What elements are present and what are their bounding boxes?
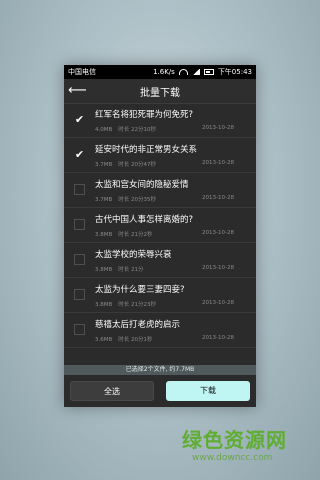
item-date: 2013-10-28 [202, 230, 234, 236]
item-meta: 3.7MB 时长 20分47秒 2013-10-28 [95, 160, 234, 168]
list-item[interactable]: 慈禧太后打老虎的启示 3.6MB 时长 20分1秒 2013-10-28 [64, 313, 256, 348]
item-size: 3.7MB [95, 162, 113, 168]
item-duration: 时长 20分47秒 [118, 162, 157, 168]
select-all-button[interactable]: 全选 [70, 381, 154, 401]
phone-screen: 中国电信 1.6K/s 下午05:43 ⟵ 批量下载 ✔ 红军名将犯死罪为何免死… [64, 65, 256, 407]
back-arrow-icon[interactable]: ⟵ [68, 83, 87, 99]
list-item[interactable]: ✔ 红军名将犯死罪为何免死? 4.0MB 时长 22分10秒 2013-10-28 [64, 103, 256, 138]
item-size: 3.8MB [95, 302, 113, 308]
checkbox-checked-icon[interactable]: ✔ [74, 149, 85, 160]
checkbox-icon[interactable] [74, 184, 85, 195]
battery-icon [203, 69, 214, 75]
page-title: 批量下载 [140, 87, 180, 99]
network-speed: 1.6K/s [153, 68, 175, 76]
checkbox-icon[interactable] [74, 324, 85, 335]
status-bar: 中国电信 1.6K/s 下午05:43 [64, 65, 256, 79]
item-date: 2013-10-28 [202, 335, 234, 341]
checkbox-icon[interactable] [74, 289, 85, 300]
item-duration: 时长 21分23秒 [118, 302, 157, 308]
item-duration: 时长 20分1秒 [118, 337, 153, 343]
item-title: 红军名将犯死罪为何免死? [95, 110, 194, 120]
item-meta: 4.0MB 时长 22分10秒 2013-10-28 [95, 125, 234, 133]
episode-list: ✔ 红军名将犯死罪为何免死? 4.0MB 时长 22分10秒 2013-10-28 … [64, 103, 256, 365]
item-size: 4.0MB [95, 127, 113, 133]
list-item[interactable]: 太监和宫女间的隐秘爱情 3.7MB 时长 20分35秒 2013-10-28 [64, 173, 256, 208]
item-title: 慈禧太后打老虎的启示 [95, 320, 181, 330]
checkbox-icon[interactable] [74, 254, 85, 265]
item-date: 2013-10-28 [202, 300, 234, 306]
list-item[interactable]: 太监学校的荣辱兴衰 3.8MB 时长 21分 2013-10-28 [64, 243, 256, 278]
list-item[interactable]: ✔ 延安时代的非正常男女关系 3.7MB 时长 20分47秒 2013-10-28 [64, 138, 256, 173]
item-duration: 时长 22分10秒 [118, 127, 157, 133]
title-bar: ⟵ 批量下载 [64, 79, 256, 104]
item-title: 延安时代的非正常男女关系 [95, 145, 198, 155]
list-item[interactable]: 太监为什么要三妻四妾? 3.8MB 时长 21分23秒 2013-10-28 [64, 278, 256, 313]
watermark-title: 绿色资源网 [182, 428, 287, 452]
item-title: 太监和宫女间的隐秘爱情 [95, 180, 189, 190]
item-date: 2013-10-28 [202, 125, 234, 131]
item-size: 3.6MB [95, 337, 113, 343]
selection-summary: 已选择2个文件, 约7.7MB [64, 365, 256, 375]
item-size: 3.8MB [95, 267, 113, 273]
item-date: 2013-10-28 [202, 160, 234, 166]
item-size: 3.7MB [95, 197, 113, 203]
item-date: 2013-10-28 [202, 265, 234, 271]
item-title: 太监学校的荣辱兴衰 [95, 250, 172, 260]
item-meta: 3.7MB 时长 20分35秒 2013-10-28 [95, 195, 234, 203]
item-meta: 3.8MB 时长 21分 2013-10-28 [95, 265, 234, 273]
wifi-icon [178, 69, 188, 75]
item-duration: 时长 20分35秒 [118, 197, 157, 203]
bottom-actions: 全选 下载 [64, 375, 256, 407]
item-title: 太监为什么要三妻四妾? [95, 285, 185, 295]
status-icons: 1.6K/s 下午05:43 [153, 67, 252, 77]
checkbox-icon[interactable] [74, 219, 85, 230]
carrier-label: 中国电信 [68, 68, 96, 76]
checkbox-checked-icon[interactable]: ✔ [74, 114, 85, 125]
item-duration: 时长 21分 [118, 267, 144, 273]
item-duration: 时长 21分2秒 [118, 232, 153, 238]
clock: 下午05:43 [217, 68, 252, 76]
item-meta: 3.8MB 时长 21分2秒 2013-10-28 [95, 230, 234, 238]
list-item[interactable]: 古代中国人事怎样离婚的? 3.8MB 时长 21分2秒 2013-10-28 [64, 208, 256, 243]
download-button[interactable]: 下载 [166, 381, 250, 401]
item-size: 3.8MB [95, 232, 113, 238]
item-date: 2013-10-28 [202, 195, 234, 201]
watermark-url: www.downcc.com [192, 453, 273, 463]
item-meta: 3.6MB 时长 20分1秒 2013-10-28 [95, 335, 234, 343]
signal-icon [191, 69, 200, 75]
item-meta: 3.8MB 时长 21分23秒 2013-10-28 [95, 300, 234, 308]
item-title: 古代中国人事怎样离婚的? [95, 215, 194, 225]
